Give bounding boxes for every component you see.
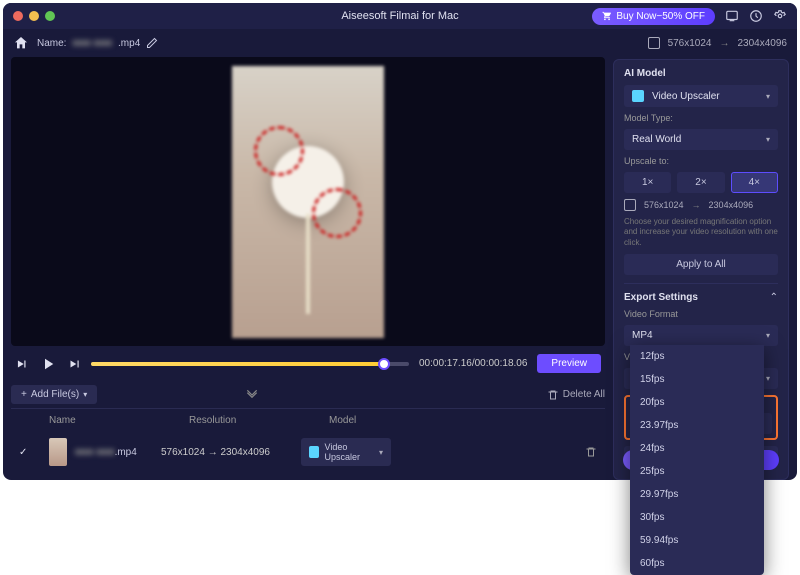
upscale-1x[interactable]: 1× [624, 172, 671, 193]
fps-option[interactable]: 30fps [630, 506, 764, 529]
minimize-icon[interactable] [29, 11, 39, 21]
video-preview [11, 57, 605, 346]
hint-text: Choose your desired magnification option… [624, 217, 778, 248]
export-title: Export Settings [624, 292, 698, 303]
col-name: Name [49, 415, 189, 426]
titlebar: Aiseesoft Filmai for Mac Buy Now−50% OFF [3, 3, 797, 29]
row-thumbnail [49, 438, 67, 466]
delete-all-button[interactable]: Delete All [547, 389, 605, 401]
table-row[interactable]: ✓ ■■■-■■■.mp4 576x1024 → 2304x4096 Video… [11, 432, 605, 472]
fps-option[interactable]: 23.97fps [630, 414, 764, 437]
window-controls [13, 11, 55, 21]
fps-option[interactable]: 12fps [630, 345, 764, 368]
upscaler-icon [632, 90, 644, 102]
trash-icon[interactable] [585, 446, 597, 458]
row-checkbox[interactable]: ✓ [19, 447, 49, 458]
home-icon[interactable] [13, 35, 29, 51]
fps-option[interactable]: 60fps [630, 552, 764, 575]
time-display: 00:00:17.16/00:00:18.06 [419, 358, 527, 369]
format-label: Video Format [624, 309, 778, 319]
aspect-icon [624, 199, 636, 211]
collapse-icon[interactable]: ⌃ [770, 292, 778, 303]
fps-option[interactable]: 20fps [630, 391, 764, 414]
col-model: Model [329, 415, 597, 426]
fps-option[interactable]: 24fps [630, 437, 764, 460]
settings-icon[interactable] [773, 9, 787, 23]
player-controls: 00:00:17.16/00:00:18.06 Preview [11, 346, 605, 381]
prev-frame-icon[interactable] [15, 357, 29, 371]
upscale-2x[interactable]: 2× [677, 172, 724, 193]
buy-now-button[interactable]: Buy Now−50% OFF [592, 8, 715, 25]
upscaler-icon [309, 446, 319, 458]
upscale-buttons: 1× 2× 4× [624, 172, 778, 193]
model-type-label: Model Type: [624, 113, 778, 123]
file-table: Name Resolution Model ✓ ■■■-■■■.mp4 576x… [11, 408, 605, 472]
edit-icon[interactable] [146, 37, 158, 49]
toolbar: Name: ■■■-■■■.mp4 576x1024 → 2304x4096 [3, 29, 797, 57]
aspect-icon [648, 37, 660, 49]
row-resolution: 576x1024 → 2304x4096 [161, 447, 301, 458]
filename-display: Name: ■■■-■■■.mp4 [37, 37, 158, 49]
cart-icon [602, 11, 612, 21]
fps-option[interactable]: 29.97fps [630, 483, 764, 506]
fps-option[interactable]: 15fps [630, 368, 764, 391]
next-frame-icon[interactable] [67, 357, 81, 371]
preview-button[interactable]: Preview [537, 354, 601, 373]
fps-option[interactable]: 25fps [630, 460, 764, 483]
row-model-select[interactable]: Video Upscaler▾ [301, 438, 391, 466]
resolution-info: 576x1024 → 2304x4096 [648, 37, 787, 49]
add-file-button[interactable]: + Add File(s) ▾ [11, 385, 97, 404]
maximize-icon[interactable] [45, 11, 55, 21]
chevron-down-icon[interactable] [245, 388, 259, 402]
fps-option[interactable]: 59.94fps [630, 529, 764, 552]
upscale-res-info: 576x1024→2304x4096 [624, 199, 778, 211]
upscale-4x[interactable]: 4× [731, 172, 778, 193]
close-icon[interactable] [13, 11, 23, 21]
format-select[interactable]: MP4▾ [624, 325, 778, 346]
feedback-icon[interactable] [725, 9, 739, 23]
ai-model-title: AI Model [624, 68, 778, 79]
model-type-select[interactable]: Real World▾ [624, 129, 778, 150]
upscale-label: Upscale to: [624, 156, 778, 166]
framerate-dropdown: 12fps 15fps 20fps 23.97fps 24fps 25fps 2… [630, 345, 764, 575]
col-resolution: Resolution [189, 415, 329, 426]
history-icon[interactable] [749, 9, 763, 23]
trash-icon [547, 389, 559, 401]
ai-model-select[interactable]: Video Upscaler▾ [624, 85, 778, 107]
play-icon[interactable] [39, 355, 57, 373]
video-frame [232, 66, 384, 338]
progress-bar[interactable] [91, 362, 409, 366]
apply-all-button[interactable]: Apply to All [624, 254, 778, 275]
app-title: Aiseesoft Filmai for Mac [341, 10, 458, 22]
